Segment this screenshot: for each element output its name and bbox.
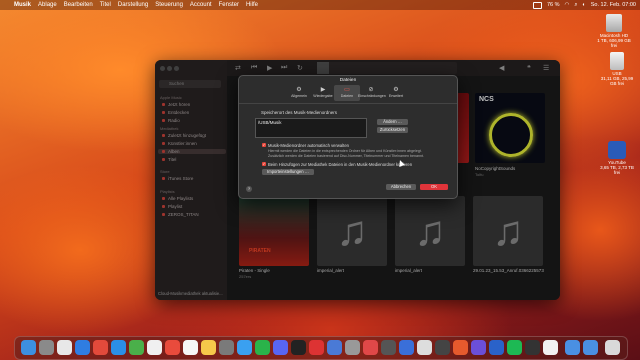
app-icon[interactable]: [471, 340, 486, 355]
menu-ablage[interactable]: Ablage: [38, 2, 57, 8]
organize-description: Zusätzlich werden die Dateien basierend …: [268, 154, 425, 158]
menu-musik[interactable]: Musik: [14, 2, 31, 8]
photos-icon[interactable]: [147, 340, 162, 355]
app-icon[interactable]: [327, 340, 342, 355]
control-center-icon[interactable]: ◐: [582, 2, 585, 8]
copy-files-checkbox[interactable]: ✓: [262, 162, 266, 166]
app-icon[interactable]: [381, 340, 396, 355]
app-icon[interactable]: [525, 340, 540, 355]
copy-files-label: Beim Hinzufügen zur Mediathek Dateien in…: [268, 162, 413, 167]
safari-icon[interactable]: [57, 340, 72, 355]
notes-icon[interactable]: [201, 340, 216, 355]
tab-einschrankungen[interactable]: ⊘ Einschränkungen: [358, 85, 386, 101]
divider: [239, 103, 457, 104]
restriction-icon: ⊘: [368, 87, 374, 93]
folder-icon: ▭: [344, 87, 350, 93]
gear-icon: ⚙: [296, 87, 302, 93]
menu-extras: 76 % ◠ ⌕ ◐ So. 12. Feb. 07:00: [532, 0, 636, 10]
chrome-icon[interactable]: [93, 340, 108, 355]
app-icon[interactable]: [399, 340, 414, 355]
help-button[interactable]: ?: [246, 186, 252, 192]
settings-dialog: Dateien ⚙ Allgemein ▶ Wiedergabe ▭ Datei…: [238, 75, 458, 199]
menu-hilfe[interactable]: Hilfe: [246, 2, 258, 8]
location-label: Speicherort des Musik-Medienordners: [261, 110, 338, 115]
dock: [14, 336, 628, 360]
menu-bearbeiten[interactable]: Bearbeiten: [64, 2, 93, 8]
ok-button[interactable]: OK: [420, 184, 448, 190]
organize-description: Hiermit werden die Dateien in die entspr…: [268, 149, 422, 153]
desktop-icon-usb[interactable]: USB 31,11 GB, 25,99 GB frei: [597, 52, 637, 86]
app-icon[interactable]: [417, 340, 432, 355]
import-settings-button[interactable]: Importeinstellungen …: [262, 169, 314, 175]
app-icon[interactable]: [543, 340, 558, 355]
reset-button[interactable]: Zurücksetzen: [377, 127, 408, 133]
menu-titel[interactable]: Titel: [100, 2, 111, 8]
drive-icon: [608, 141, 626, 159]
app-store-icon[interactable]: [111, 340, 126, 355]
desktop-icon-youtube[interactable]: YouTube 3,65 TB, 2,73 TB frei: [597, 141, 637, 175]
menu-fenster[interactable]: Fenster: [219, 2, 239, 8]
mail-icon[interactable]: [75, 340, 90, 355]
whatsapp-icon[interactable]: [255, 340, 270, 355]
music-icon[interactable]: [165, 340, 180, 355]
tab-allgemein[interactable]: ⚙ Allgemein: [286, 85, 312, 101]
advanced-gear-icon: ⚙: [393, 87, 399, 93]
spotify-icon[interactable]: [507, 340, 522, 355]
calendar-icon[interactable]: [183, 340, 198, 355]
desktop-icon-sub: 31,11 GB, 25,99 GB frei: [600, 76, 634, 86]
play-icon: ▶: [320, 87, 326, 93]
app-icon[interactable]: [345, 340, 360, 355]
app-icon[interactable]: [489, 340, 504, 355]
menu-steuerung[interactable]: Steuerung: [155, 2, 183, 8]
app-icon[interactable]: [363, 340, 378, 355]
downloads-folder-icon[interactable]: [583, 340, 598, 355]
battery-icon[interactable]: [532, 1, 542, 9]
folder-icon[interactable]: [565, 340, 580, 355]
organize-label: Musik-Medienordner automatisch verwalten: [268, 143, 349, 148]
change-button[interactable]: Ändern …: [377, 119, 408, 125]
app-icon[interactable]: [435, 340, 450, 355]
menu-darstellung[interactable]: Darstellung: [118, 2, 148, 8]
tab-erweitert[interactable]: ⚙ Erweitert: [383, 85, 409, 101]
messages-icon[interactable]: [129, 340, 144, 355]
dialog-title: Dateien: [339, 78, 357, 83]
launchpad-icon[interactable]: [39, 340, 54, 355]
telegram-icon[interactable]: [237, 340, 252, 355]
clock[interactable]: So. 12. Feb. 07:00: [591, 2, 636, 8]
tab-dateien[interactable]: ▭ Dateien: [334, 85, 360, 101]
video-app-icon[interactable]: [309, 340, 324, 355]
trash-icon[interactable]: [605, 340, 620, 355]
settings-icon[interactable]: [219, 340, 234, 355]
menu-account[interactable]: Account: [190, 2, 212, 8]
location-path-field: /USB/Musik: [255, 118, 367, 138]
app-icon[interactable]: [453, 340, 468, 355]
terminal-icon[interactable]: [291, 340, 306, 355]
tab-wiedergabe[interactable]: ▶ Wiedergabe: [310, 85, 336, 101]
usb-drive-icon: [610, 52, 624, 70]
wifi-icon[interactable]: ◠: [565, 2, 570, 8]
discord-icon[interactable]: [273, 340, 288, 355]
finder-icon[interactable]: [21, 340, 36, 355]
cancel-button[interactable]: Abbrechen: [386, 184, 416, 190]
desktop-icon-macintosh-hd[interactable]: Macintosh HD 1 TB, 606,99 GB frei: [594, 14, 634, 48]
search-icon[interactable]: ⌕: [574, 2, 577, 9]
hard-drive-icon: [606, 14, 622, 32]
desktop-icon-sub: 3,65 TB, 2,73 TB frei: [600, 165, 634, 175]
battery-percent: 76 %: [546, 2, 560, 8]
organize-checkbox[interactable]: ✓: [262, 143, 266, 147]
desktop-icon-sub: 1 TB, 606,99 GB frei: [597, 38, 631, 48]
